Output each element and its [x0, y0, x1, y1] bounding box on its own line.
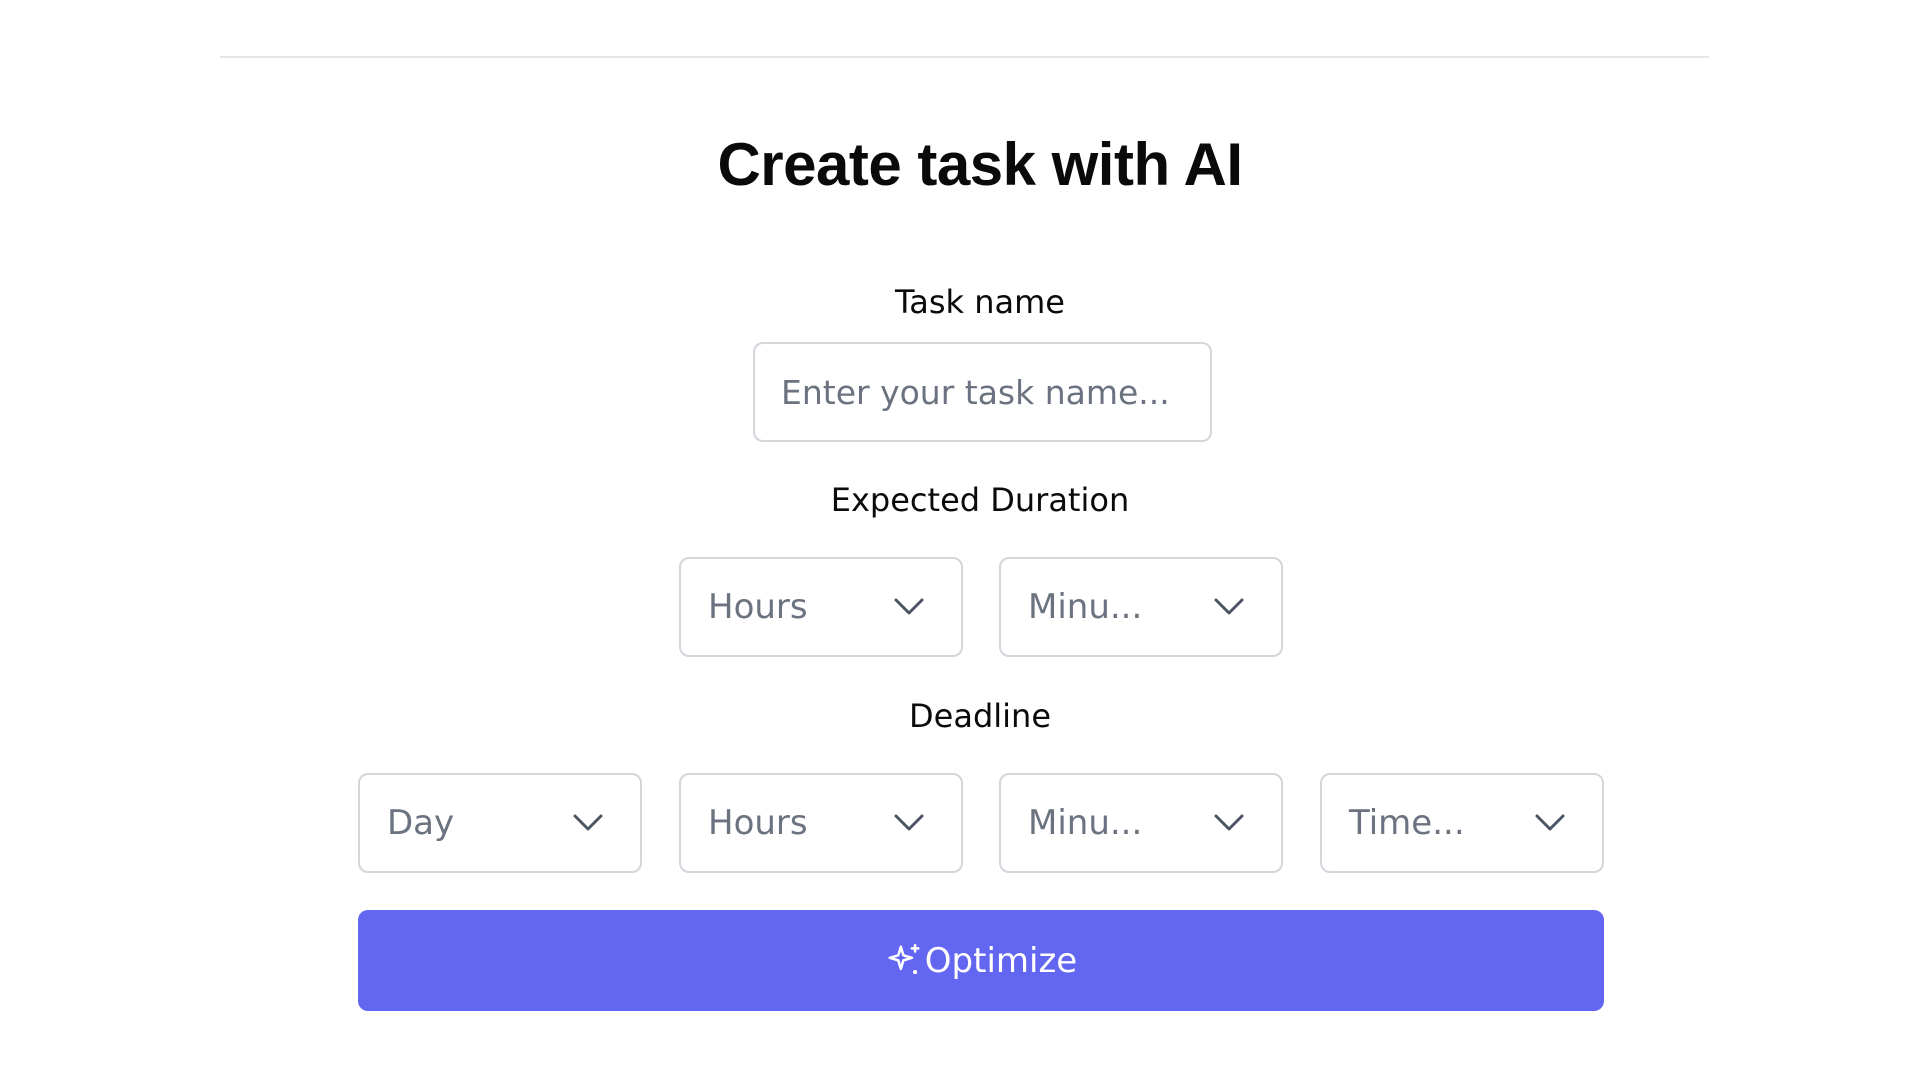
chevron-down-icon: [1535, 814, 1565, 831]
chevron-down-icon: [1214, 814, 1244, 831]
optimize-button-label: Optimize: [924, 940, 1078, 981]
chevron-down-icon: [894, 814, 924, 831]
chevron-down-icon: [573, 814, 603, 831]
deadline-day-select[interactable]: Day: [358, 773, 642, 873]
top-divider: [220, 56, 1709, 58]
optimize-button[interactable]: Optimize: [358, 910, 1604, 1011]
task-name-input[interactable]: [753, 342, 1212, 442]
deadline-hours-select[interactable]: Hours: [679, 773, 963, 873]
select-placeholder: Hours: [708, 803, 808, 843]
select-placeholder: Time...: [1349, 803, 1465, 843]
expected-duration-label: Expected Duration: [830, 481, 1130, 519]
select-placeholder: Day: [387, 803, 455, 843]
duration-hours-select[interactable]: Hours: [679, 557, 963, 657]
deadline-minutes-select[interactable]: Minu...: [999, 773, 1283, 873]
page-title: Create task with AI: [717, 131, 1243, 198]
chevron-down-icon: [1214, 598, 1244, 615]
select-placeholder: Minu...: [1028, 587, 1143, 627]
create-task-page: Create task with AI Task name Expected D…: [0, 0, 1920, 1080]
select-placeholder: Minu...: [1028, 803, 1143, 843]
sparkle-icon: [888, 943, 920, 974]
task-name-label: Task name: [895, 283, 1065, 321]
deadline-time-select[interactable]: Time...: [1320, 773, 1604, 873]
deadline-label: Deadline: [909, 697, 1051, 735]
select-placeholder: Hours: [708, 587, 808, 627]
duration-minutes-select[interactable]: Minu...: [999, 557, 1283, 657]
chevron-down-icon: [894, 598, 924, 615]
